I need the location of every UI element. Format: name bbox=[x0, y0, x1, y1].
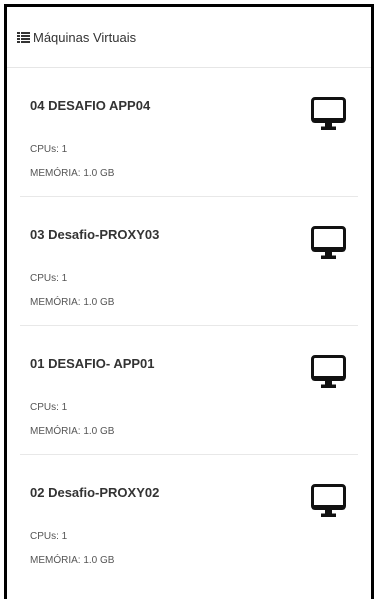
desktop-monitor-icon bbox=[311, 97, 346, 130]
desktop-monitor-icon bbox=[311, 226, 346, 259]
vm-list-item[interactable]: 03 Desafio-PROXY03 CPUs: 1 MEMÓRIA: 1.0 … bbox=[20, 197, 358, 326]
vm-cpus: CPUs: 1 bbox=[30, 273, 68, 284]
vm-name: 01 DESAFIO- APP01 bbox=[30, 356, 155, 371]
vm-list: 04 DESAFIO APP04 CPUs: 1 MEMÓRIA: 1.0 GB… bbox=[7, 68, 371, 584]
vm-name: 03 Desafio-PROXY03 bbox=[30, 227, 160, 242]
panel-title: Máquinas Virtuais bbox=[33, 29, 137, 45]
vm-cpus: CPUs: 1 bbox=[30, 402, 68, 413]
list-icon bbox=[17, 31, 30, 43]
vm-cpus: CPUs: 1 bbox=[30, 531, 68, 542]
vm-list-item[interactable]: 02 Desafio-PROXY02 CPUs: 1 MEMÓRIA: 1.0 … bbox=[20, 455, 358, 584]
desktop-monitor-icon bbox=[311, 355, 346, 388]
vm-memory: MEMÓRIA: 1.0 GB bbox=[30, 426, 115, 437]
vm-cpus: CPUs: 1 bbox=[30, 144, 68, 155]
vm-panel: Máquinas Virtuais 04 DESAFIO APP04 CPUs:… bbox=[4, 4, 374, 599]
desktop-monitor-icon bbox=[311, 484, 346, 517]
panel-header: Máquinas Virtuais bbox=[7, 7, 371, 68]
vm-list-item[interactable]: 01 DESAFIO- APP01 CPUs: 1 MEMÓRIA: 1.0 G… bbox=[20, 326, 358, 455]
vm-memory: MEMÓRIA: 1.0 GB bbox=[30, 168, 115, 179]
vm-name: 04 DESAFIO APP04 bbox=[30, 98, 151, 113]
vm-name: 02 Desafio-PROXY02 bbox=[30, 485, 160, 500]
vm-memory: MEMÓRIA: 1.0 GB bbox=[30, 555, 115, 566]
vm-list-item[interactable]: 04 DESAFIO APP04 CPUs: 1 MEMÓRIA: 1.0 GB bbox=[20, 68, 358, 197]
vm-memory: MEMÓRIA: 1.0 GB bbox=[30, 297, 115, 308]
